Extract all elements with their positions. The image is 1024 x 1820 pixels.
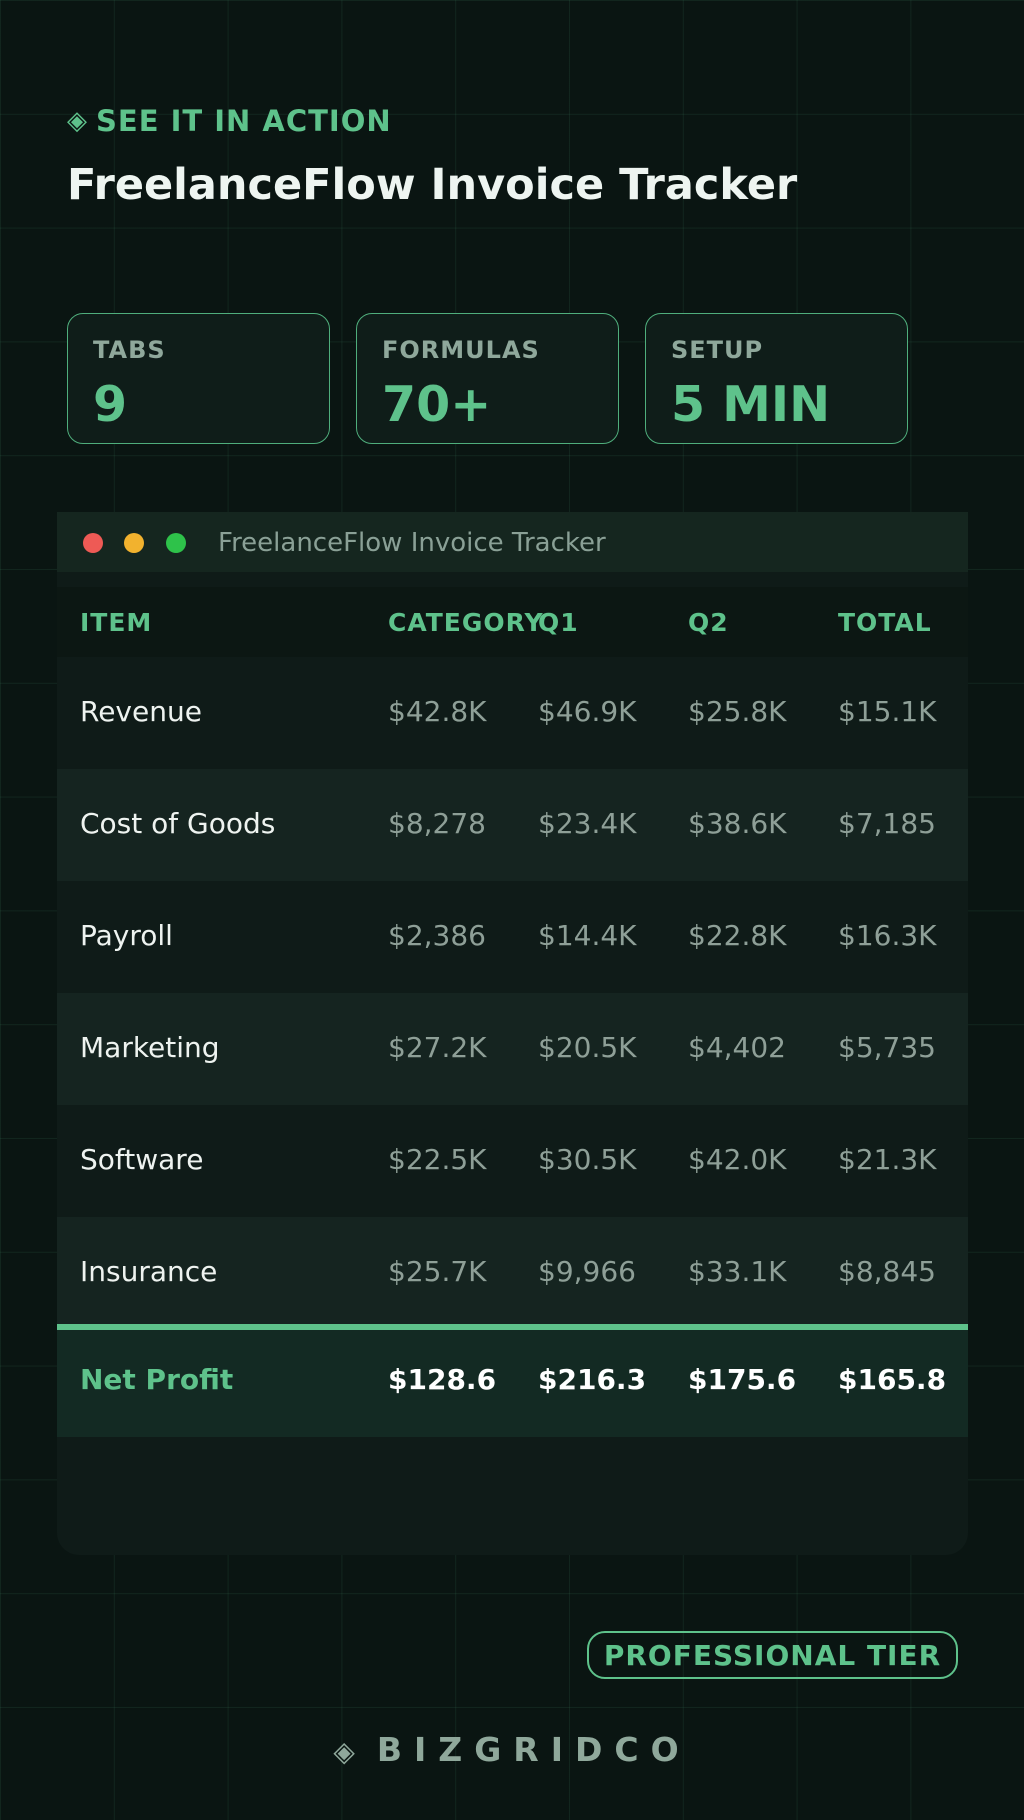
stat-label: SETUP — [671, 336, 764, 364]
stat-value: 5 MIN — [671, 376, 831, 433]
table-cell: $33.1K — [688, 1255, 787, 1288]
close-window-dot-icon[interactable] — [83, 533, 103, 553]
row-item: Cost of Goods — [80, 807, 276, 840]
eyebrow-label: SEE IT IN ACTION — [96, 104, 392, 138]
stat-card-formulas: FORMULAS 70+ — [356, 313, 619, 444]
minimize-window-dot-icon[interactable] — [124, 533, 144, 553]
table-header: ITEM CATEGORY Q1 Q2 TOTAL — [57, 587, 968, 657]
spreadsheet-window: FreelanceFlow Invoice Tracker ITEM CATEG… — [57, 512, 968, 1555]
brand-footer: ◈ BIZGRIDCO — [0, 1730, 1024, 1769]
table-row: Software $22.5K $30.5K $42.0K $21.3K — [57, 1105, 968, 1217]
diamond-icon: ◈ — [333, 1735, 355, 1768]
table-cell: $2,386 — [388, 919, 486, 952]
table-row: Revenue $42.8K $46.9K $25.8K $15.1K — [57, 657, 968, 769]
row-item: Payroll — [80, 919, 173, 952]
row-item: Revenue — [80, 695, 202, 728]
table-cell: $20.5K — [538, 1031, 637, 1064]
table-cell: $8,845 — [838, 1255, 936, 1288]
table-cell: $46.9K — [538, 695, 637, 728]
total-cell: $128.6 — [388, 1363, 497, 1396]
column-header-q1: Q1 — [538, 608, 579, 637]
row-item: Insurance — [80, 1255, 218, 1288]
table-cell: $8,278 — [388, 807, 486, 840]
table-row: Insurance $25.7K $9,966 $33.1K $8,845 — [57, 1217, 968, 1329]
window-titlebar: FreelanceFlow Invoice Tracker — [57, 512, 968, 572]
eyebrow: ◈ SEE IT IN ACTION — [67, 104, 392, 138]
table-cell: $9,966 — [538, 1255, 636, 1288]
stat-card-setup: SETUP 5 MIN — [645, 313, 908, 444]
stat-value: 9 — [93, 376, 128, 433]
brand-name: BIZGRIDCO — [376, 1730, 691, 1769]
table-cell: $38.6K — [688, 807, 787, 840]
stat-value: 70+ — [382, 376, 492, 433]
maximize-window-dot-icon[interactable] — [166, 533, 186, 553]
table-row: Cost of Goods $8,278 $23.4K $38.6K $7,18… — [57, 769, 968, 881]
table-cell: $14.4K — [538, 919, 637, 952]
table-cell: $25.8K — [688, 695, 787, 728]
table-cell: $5,735 — [838, 1031, 936, 1064]
stat-label: TABS — [93, 336, 166, 364]
total-row: Net Profit $128.6 $216.3 $175.6 $165.8 — [57, 1330, 968, 1437]
table-cell: $16.3K — [838, 919, 937, 952]
total-label: Net Profit — [80, 1363, 234, 1396]
diamond-icon: ◈ — [67, 106, 88, 136]
page-title: FreelanceFlow Invoice Tracker — [67, 160, 798, 210]
table-cell: $23.4K — [538, 807, 637, 840]
total-cell: $165.8 — [838, 1363, 947, 1396]
table-cell: $21.3K — [838, 1143, 937, 1176]
table-cell: $22.5K — [388, 1143, 487, 1176]
row-item: Marketing — [80, 1031, 220, 1064]
table-row: Marketing $27.2K $20.5K $4,402 $5,735 — [57, 993, 968, 1105]
column-header-category: CATEGORY — [388, 608, 544, 637]
table-cell: $30.5K — [538, 1143, 637, 1176]
row-item: Software — [80, 1143, 204, 1176]
stat-label: FORMULAS — [382, 336, 540, 364]
total-cell: $216.3 — [538, 1363, 647, 1396]
table-cell: $22.8K — [688, 919, 787, 952]
column-header-q2: Q2 — [688, 608, 729, 637]
total-cell: $175.6 — [688, 1363, 797, 1396]
table-cell: $42.8K — [388, 695, 487, 728]
window-title: FreelanceFlow Invoice Tracker — [218, 528, 606, 558]
table-cell: $25.7K — [388, 1255, 487, 1288]
table-cell: $7,185 — [838, 807, 936, 840]
table-cell: $42.0K — [688, 1143, 787, 1176]
table-cell: $4,402 — [688, 1031, 786, 1064]
column-header-total: TOTAL — [838, 608, 932, 637]
table-cell: $27.2K — [388, 1031, 487, 1064]
table-cell: $15.1K — [838, 695, 937, 728]
table-row: Payroll $2,386 $14.4K $22.8K $16.3K — [57, 881, 968, 993]
column-header-item: ITEM — [80, 608, 153, 637]
stat-card-tabs: TABS 9 — [67, 313, 330, 444]
tier-badge: PROFESSIONAL TIER — [587, 1631, 958, 1679]
